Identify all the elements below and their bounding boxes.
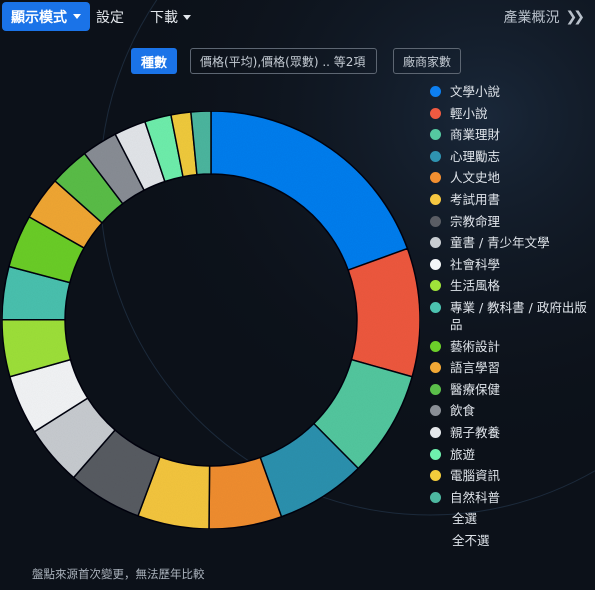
donut-slice-1[interactable]: 文學小說 <box>210 110 409 272</box>
legend-item[interactable]: 藝術設計 <box>430 338 590 355</box>
legend-item[interactable]: 旅遊 <box>430 446 590 463</box>
legend-label: 親子教養 <box>450 424 501 440</box>
footnote: 盤點來源首次變更，無法歷年比較 <box>32 567 205 581</box>
metric-price-button[interactable]: 價格(平均),價格(眾數) .. 等2項 <box>190 48 377 74</box>
legend-item[interactable]: 醫療保健 <box>430 381 590 398</box>
donut-slices: 文學小說輕小說商業理財心理勵志人文史地考試用書宗教命理童書 / 青少年文學社會科… <box>1 110 421 530</box>
legend-label: 飲食 <box>450 403 476 419</box>
legend-label: 自然科普 <box>450 489 501 505</box>
metric-vendors-button[interactable]: 廠商家數 <box>393 48 462 74</box>
metric-count-button[interactable]: 種數 <box>131 48 178 74</box>
legend-item[interactable]: 商業理財 <box>430 126 590 143</box>
legend-swatch-icon <box>430 86 441 97</box>
legend-select-none[interactable]: 全不選 <box>430 532 590 549</box>
legend-label: 醫療保健 <box>450 381 501 397</box>
chevron-down-icon <box>183 14 191 20</box>
legend-swatch-icon <box>430 362 441 374</box>
legend-swatch-icon <box>430 237 441 249</box>
industry-overview-link[interactable]: 產業概況 ❯❯ <box>503 7 586 27</box>
display-mode-label: 顯示模式 <box>11 9 67 26</box>
legend-item[interactable]: 專業 / 教科書 / 政府出版品 <box>430 299 590 333</box>
legend-swatch-icon <box>430 129 441 141</box>
legend-item[interactable]: 社會科學 <box>430 256 590 273</box>
double-chevron-right-icon: ❯❯ <box>565 9 586 25</box>
legend-item[interactable]: 生活風格 <box>430 277 590 294</box>
legend-label: 商業理財 <box>450 127 501 143</box>
legend-item[interactable]: 文學小說 <box>430 83 590 100</box>
legend-swatch-icon <box>430 491 441 503</box>
legend-item[interactable]: 考試用書 <box>430 191 590 208</box>
legend-item[interactable]: 自然科普 <box>430 489 590 506</box>
legend-swatch-icon <box>430 470 441 482</box>
display-mode-button[interactable]: 顯示模式 <box>2 2 90 31</box>
legend-item[interactable]: 心理勵志 <box>430 148 590 165</box>
settings-menu[interactable]: 設定 <box>96 7 124 27</box>
legend-swatch-icon <box>430 448 441 460</box>
legend-item[interactable]: 語言學習 <box>430 359 590 376</box>
legend-label: 語言學習 <box>450 360 501 376</box>
download-label: 下載 <box>150 10 178 26</box>
chart-legend: 文學小說輕小說商業理財心理勵志人文史地考試用書宗教命理童書 / 青少年文學 社會科… <box>430 83 590 553</box>
download-menu[interactable]: 下載 <box>150 7 191 27</box>
legend-label: 文學小說 <box>450 84 501 99</box>
legend-item[interactable]: 宗教命理 <box>430 213 590 230</box>
legend-label: 生活風格 <box>450 278 501 294</box>
industry-overview-label: 產業概況 <box>503 10 560 26</box>
legend-swatch-icon <box>430 150 441 162</box>
legend-swatch-icon <box>430 172 441 184</box>
legend-label: 童書 / 青少年文學 <box>450 235 550 251</box>
legend-swatch-icon <box>430 215 441 227</box>
legend-label: 人文史地 <box>450 170 501 186</box>
legend-select-all[interactable]: 全選 <box>430 510 590 527</box>
legend-item[interactable]: 電腦資訊 <box>430 467 590 484</box>
legend-swatch-icon <box>430 280 441 292</box>
legend-label: 藝術設計 <box>450 338 501 354</box>
chevron-down-icon <box>73 14 81 19</box>
legend-swatch-icon <box>430 340 441 352</box>
legend-label: 社會科學 <box>450 256 501 272</box>
legend-item[interactable]: 飲食 <box>430 402 590 419</box>
legend-item[interactable]: 輕小說 <box>430 105 590 122</box>
metric-filter-row: 種數 價格(平均),價格(眾數) .. 等2項 廠商家數 <box>0 48 595 76</box>
legend-swatch-icon <box>430 383 441 395</box>
legend-label: 電腦資訊 <box>450 468 501 484</box>
legend-swatch-icon <box>430 107 441 119</box>
legend-item[interactable]: 童書 / 青少年文學 <box>430 234 590 251</box>
legend-item[interactable]: 親子教養 <box>430 424 590 441</box>
legend-swatch-icon <box>430 426 441 438</box>
legend-swatch-icon <box>430 193 441 205</box>
top-toolbar: 顯示模式 設定 下載 產業概況 ❯❯ <box>0 0 595 33</box>
legend-label: 旅遊 <box>450 446 476 462</box>
legend-label: 專業 / 教科書 / 政府出版品 <box>450 299 587 332</box>
legend-label: 輕小說 <box>450 105 488 121</box>
donut-slice-2[interactable]: 輕小說 <box>347 247 421 378</box>
legend-label: 心理勵志 <box>450 148 501 164</box>
legend-label: 考試用書 <box>450 191 501 207</box>
legend-swatch-icon <box>430 405 441 417</box>
legend-swatch-icon <box>430 301 441 313</box>
legend-swatch-icon <box>430 258 441 270</box>
legend-item[interactable]: 人文史地 <box>430 169 590 186</box>
legend-label: 宗教命理 <box>450 213 501 229</box>
